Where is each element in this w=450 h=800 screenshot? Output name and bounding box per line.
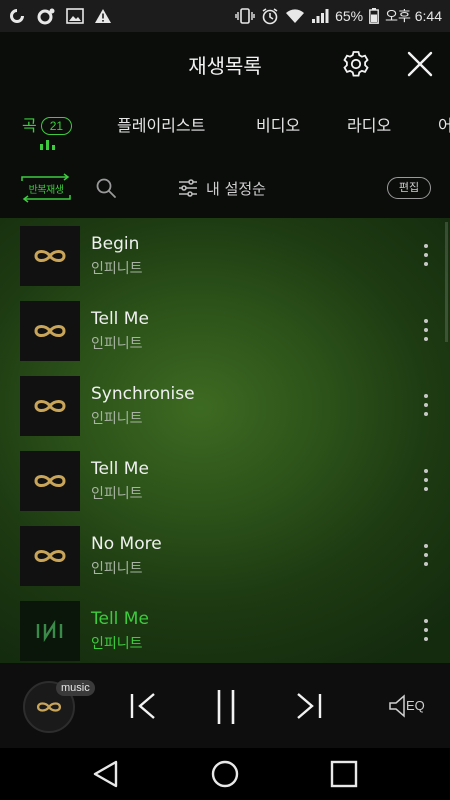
home-circle-icon	[211, 760, 239, 788]
app-notification-icon	[8, 7, 26, 25]
infinite-logo-icon	[36, 619, 63, 643]
track-artist: 인피니트	[91, 561, 143, 577]
sort-button[interactable]: 내 설정순	[178, 176, 266, 200]
skip-next-icon	[297, 693, 322, 719]
track-artist: 인피니트	[91, 336, 143, 352]
edit-button[interactable]: 편집	[387, 177, 431, 199]
track-title: Tell Me	[91, 609, 149, 629]
mini-player: music EQ	[0, 663, 450, 748]
search-button[interactable]	[94, 176, 118, 200]
track-title: Synchronise	[91, 384, 195, 404]
infinity-logo-icon	[36, 702, 62, 712]
track-artist: 인피니트	[91, 636, 143, 652]
list-item-now-playing[interactable]: Tell Me 인피니트	[0, 593, 450, 663]
more-options-icon[interactable]	[418, 465, 434, 495]
close-icon	[407, 51, 433, 77]
album-art	[20, 526, 80, 586]
battery-icon	[369, 8, 379, 24]
warning-icon	[94, 8, 112, 24]
album-art	[20, 601, 80, 661]
song-count-badge: 21	[40, 117, 73, 135]
vibrate-icon	[235, 8, 255, 24]
track-artist: 인피니트	[91, 411, 143, 427]
back-button[interactable]	[90, 758, 122, 790]
skip-previous-icon	[130, 693, 155, 719]
tab-videos[interactable]: 비디오	[256, 112, 300, 136]
track-title: Begin	[91, 234, 140, 254]
list-item[interactable]: Tell Me 인피니트	[0, 293, 450, 368]
gear-icon	[343, 51, 369, 77]
album-art	[20, 301, 80, 361]
track-artist: 인피니트	[91, 486, 143, 502]
album-art	[20, 226, 80, 286]
tab-label: 곡	[22, 116, 37, 135]
list-toolbar: 반복재생 내 설정순 편집	[0, 158, 450, 218]
list-item[interactable]: Synchronise 인피니트	[0, 368, 450, 443]
infinity-logo-icon	[34, 475, 66, 487]
search-icon	[96, 178, 116, 198]
status-bar: 65% 오후 6:44	[0, 0, 450, 32]
signal-icon	[311, 8, 329, 24]
infinity-logo-icon	[34, 400, 66, 412]
music-app-badge: music	[56, 680, 95, 696]
more-options-icon[interactable]	[418, 540, 434, 570]
previous-button[interactable]	[122, 687, 162, 725]
battery-percent: 65%	[335, 8, 364, 24]
home-button[interactable]	[209, 758, 241, 790]
more-options-icon[interactable]	[418, 615, 434, 645]
speaker-icon	[389, 694, 405, 718]
header: 재생목록	[0, 32, 450, 96]
pause-button[interactable]	[206, 687, 246, 725]
album-art	[20, 451, 80, 511]
tab-songs[interactable]: 곡 21	[22, 112, 73, 136]
list-item[interactable]: No More 인피니트	[0, 518, 450, 593]
more-options-icon[interactable]	[418, 315, 434, 345]
next-button[interactable]	[290, 687, 330, 725]
track-artist: 인피니트	[91, 261, 143, 277]
equalizer-button[interactable]: EQ	[388, 691, 428, 721]
track-title: Tell Me	[91, 309, 149, 329]
now-playing-indicator-icon	[40, 140, 56, 150]
repeat-button[interactable]: 반복재생	[18, 173, 74, 203]
album-art	[20, 376, 80, 436]
wifi-icon	[285, 8, 305, 24]
image-icon	[66, 8, 84, 24]
recent-apps-button[interactable]	[328, 758, 360, 790]
track-title: No More	[91, 534, 162, 554]
tab-radio[interactable]: 라디오	[347, 112, 391, 136]
alarm-icon	[261, 7, 279, 25]
eq-label: EQ	[406, 698, 425, 713]
infinity-logo-icon	[34, 325, 66, 337]
category-tabs: 곡 21 플레이리스트 비디오 라디오 어	[0, 96, 450, 158]
close-button[interactable]	[404, 48, 436, 80]
sort-label: 내 설정순	[206, 179, 266, 198]
more-options-icon[interactable]	[418, 240, 434, 270]
infinity-logo-icon	[34, 250, 66, 262]
music-app-notification-icon	[36, 7, 56, 25]
system-nav-bar	[0, 748, 450, 800]
back-triangle-icon	[93, 760, 118, 788]
page-title: 재생목록	[188, 54, 262, 78]
recent-apps-square-icon	[330, 760, 358, 788]
tab-playlists[interactable]: 플레이리스트	[117, 112, 205, 136]
more-options-icon[interactable]	[418, 390, 434, 420]
list-item[interactable]: Tell Me 인피니트	[0, 443, 450, 518]
infinity-logo-icon	[34, 550, 66, 562]
list-item[interactable]: Begin 인피니트	[0, 218, 450, 293]
pause-icon	[217, 690, 235, 724]
track-list: Begin 인피니트 Tell Me 인피니트 Synchronise 인피니트…	[0, 218, 450, 663]
tab-more[interactable]: 어	[438, 112, 450, 136]
repeat-label: 반복재생	[28, 185, 64, 196]
sort-sliders-icon	[179, 179, 197, 197]
settings-button[interactable]	[340, 48, 372, 80]
track-title: Tell Me	[91, 459, 149, 479]
clock: 오후 6:44	[385, 8, 442, 24]
